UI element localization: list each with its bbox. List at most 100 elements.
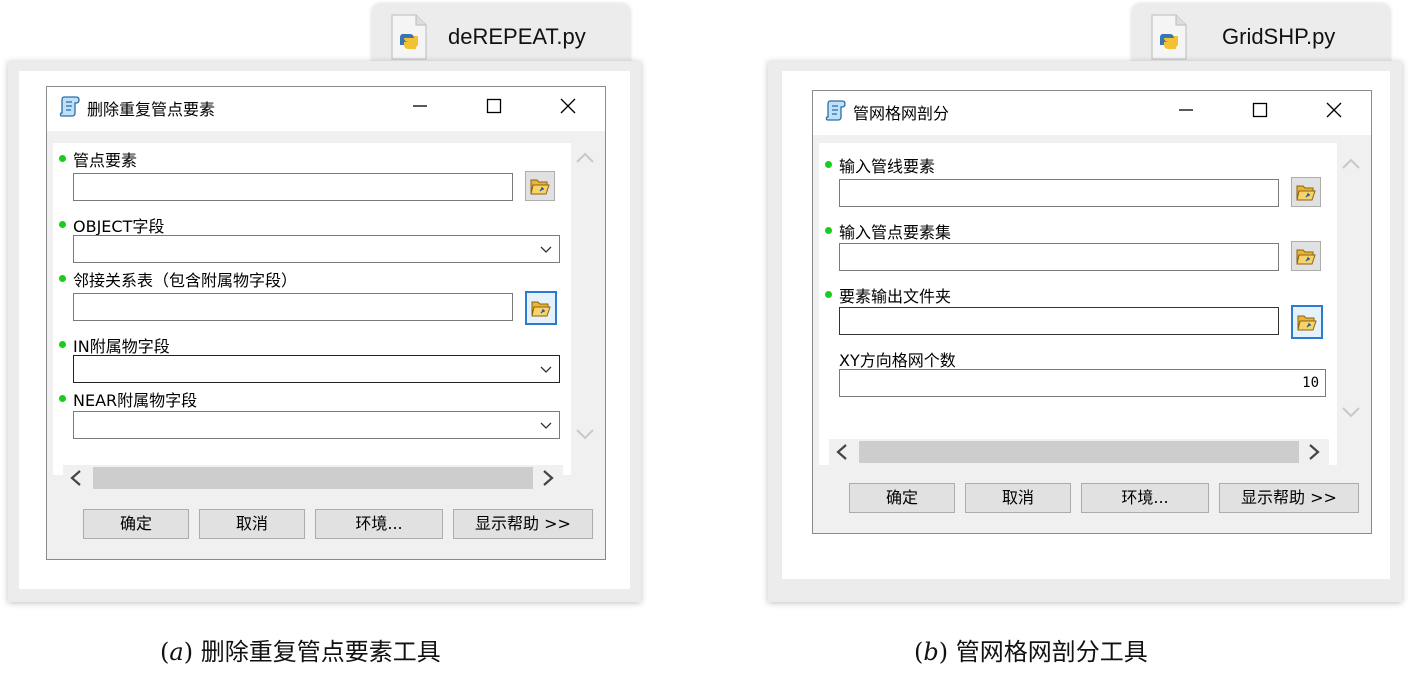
chevron-right-icon[interactable] <box>541 469 555 487</box>
file-name: GridSHP.py <box>1222 24 1336 49</box>
minimize-button[interactable] <box>397 91 443 121</box>
open-folder-icon <box>1297 315 1317 331</box>
caption-letter: a <box>169 638 184 666</box>
browse-button[interactable] <box>1291 305 1323 339</box>
param-input[interactable] <box>73 293 513 321</box>
chevron-down-icon <box>540 366 552 373</box>
param-label: 要素输出文件夹 <box>839 287 952 306</box>
required-bullet <box>825 161 832 168</box>
required-bullet <box>59 341 66 348</box>
open-folder-icon <box>531 301 551 317</box>
dialog-left: 删除重复管点要素 管点要素 OBJECT字段 邻接关系表（包含附属物字段） IN… <box>46 86 606 560</box>
required-bullet <box>59 221 66 228</box>
param-input[interactable] <box>839 179 1279 207</box>
maximize-icon <box>1252 102 1268 118</box>
maximize-button[interactable] <box>471 91 517 121</box>
dialog-client: 输入管线要素 输入管点要素集 要素输出文件夹 XY方向格网个数 10 确定 取消… <box>813 135 1371 533</box>
browse-button[interactable] <box>1291 241 1321 271</box>
caption-text: 删除重复管点要素工具 <box>200 638 441 666</box>
chevron-right-icon[interactable] <box>1307 443 1321 461</box>
param-dropdown[interactable] <box>73 411 560 439</box>
caption-text: 管网格网剖分工具 <box>955 638 1148 666</box>
param-label: NEAR附属物字段 <box>73 391 198 410</box>
show-help-button[interactable]: 显示帮助 >> <box>453 509 593 539</box>
browse-button[interactable] <box>1291 177 1321 207</box>
chevron-left-icon[interactable] <box>69 469 83 487</box>
script-tool-icon <box>59 96 80 117</box>
horizontal-scrollbar[interactable] <box>829 439 1329 465</box>
parameter-panel: 管点要素 OBJECT字段 邻接关系表（包含附属物字段） IN附属物字段 NEA… <box>53 143 571 475</box>
chevron-down-icon[interactable] <box>575 427 595 441</box>
horizontal-scrollbar[interactable] <box>63 465 563 491</box>
cancel-button[interactable]: 取消 <box>199 509 305 539</box>
param-dropdown[interactable] <box>73 235 560 263</box>
param-label: OBJECT字段 <box>73 217 165 236</box>
param-input[interactable] <box>839 243 1279 271</box>
browse-button[interactable] <box>525 291 557 325</box>
browse-button[interactable] <box>525 171 555 201</box>
dialog-title: 删除重复管点要素 <box>87 100 216 119</box>
caption-letter: b <box>923 638 939 666</box>
chevron-up-icon[interactable] <box>1341 157 1361 171</box>
param-label: 输入管点要素集 <box>839 223 952 242</box>
ok-button[interactable]: 确定 <box>849 483 955 513</box>
maximize-button[interactable] <box>1237 95 1283 125</box>
caption-paren-close: ) <box>183 638 194 666</box>
scroll-thumb[interactable] <box>93 467 533 489</box>
close-button[interactable] <box>545 91 591 121</box>
python-file-icon <box>1151 14 1187 60</box>
minimize-icon <box>413 105 427 107</box>
script-tool-icon <box>825 100 846 121</box>
open-folder-icon <box>530 179 550 195</box>
required-bullet <box>59 155 66 162</box>
figure-caption-right: (b) 管网格网剖分工具 <box>914 632 1148 667</box>
scroll-thumb[interactable] <box>859 441 1299 463</box>
maximize-icon <box>486 98 502 114</box>
python-file-icon <box>391 14 427 60</box>
caption-paren-open: ( <box>914 638 924 666</box>
vertical-scrollbar[interactable] <box>572 143 598 449</box>
show-help-button[interactable]: 显示帮助 >> <box>1219 483 1359 513</box>
param-label: 管点要素 <box>73 151 138 170</box>
close-button[interactable] <box>1311 95 1357 125</box>
file-tab-left: deREPEAT.py <box>372 4 630 66</box>
figure-caption-left: (a) 删除重复管点要素工具 <box>160 632 441 667</box>
title-bar[interactable]: 管网格网剖分 <box>813 91 1371 131</box>
required-bullet <box>825 227 832 234</box>
vertical-scrollbar[interactable] <box>1338 143 1364 439</box>
environments-button[interactable]: 环境... <box>315 509 443 539</box>
file-tab-right: GridSHP.py <box>1132 4 1390 66</box>
required-bullet <box>59 395 66 402</box>
caption-paren-open: ( <box>160 638 170 666</box>
chevron-down-icon[interactable] <box>1341 405 1361 419</box>
minimize-button[interactable] <box>1163 95 1209 125</box>
param-label: 邻接关系表（包含附属物字段） <box>73 271 298 290</box>
ok-button[interactable]: 确定 <box>83 509 189 539</box>
dialog-right: 管网格网剖分 输入管线要素 输入管点要素集 要素输出文件夹 XY方向格网个数 1… <box>812 90 1372 534</box>
parameter-panel: 输入管线要素 输入管点要素集 要素输出文件夹 XY方向格网个数 10 <box>819 143 1337 465</box>
file-name: deREPEAT.py <box>448 24 586 49</box>
param-label: IN附属物字段 <box>73 337 170 356</box>
close-icon <box>560 98 576 114</box>
open-folder-icon <box>1296 185 1316 201</box>
dialog-client: 管点要素 OBJECT字段 邻接关系表（包含附属物字段） IN附属物字段 NEA… <box>47 131 605 559</box>
param-input[interactable] <box>839 307 1279 335</box>
chevron-down-icon <box>540 246 552 253</box>
cancel-button[interactable]: 取消 <box>965 483 1071 513</box>
param-label: 输入管线要素 <box>839 157 936 176</box>
grid-count-input[interactable]: 10 <box>839 369 1326 397</box>
caption-paren-close: ) <box>938 638 949 666</box>
required-bullet <box>825 291 832 298</box>
title-bar[interactable]: 删除重复管点要素 <box>47 87 605 127</box>
environments-button[interactable]: 环境... <box>1081 483 1209 513</box>
close-icon <box>1326 102 1342 118</box>
open-folder-icon <box>1296 249 1316 265</box>
param-dropdown[interactable] <box>73 355 560 383</box>
chevron-down-icon <box>540 422 552 429</box>
dialog-title: 管网格网剖分 <box>853 104 950 123</box>
param-label: XY方向格网个数 <box>839 351 956 370</box>
chevron-left-icon[interactable] <box>835 443 849 461</box>
param-input[interactable] <box>73 173 513 201</box>
required-bullet <box>59 275 66 282</box>
chevron-up-icon[interactable] <box>575 151 595 165</box>
